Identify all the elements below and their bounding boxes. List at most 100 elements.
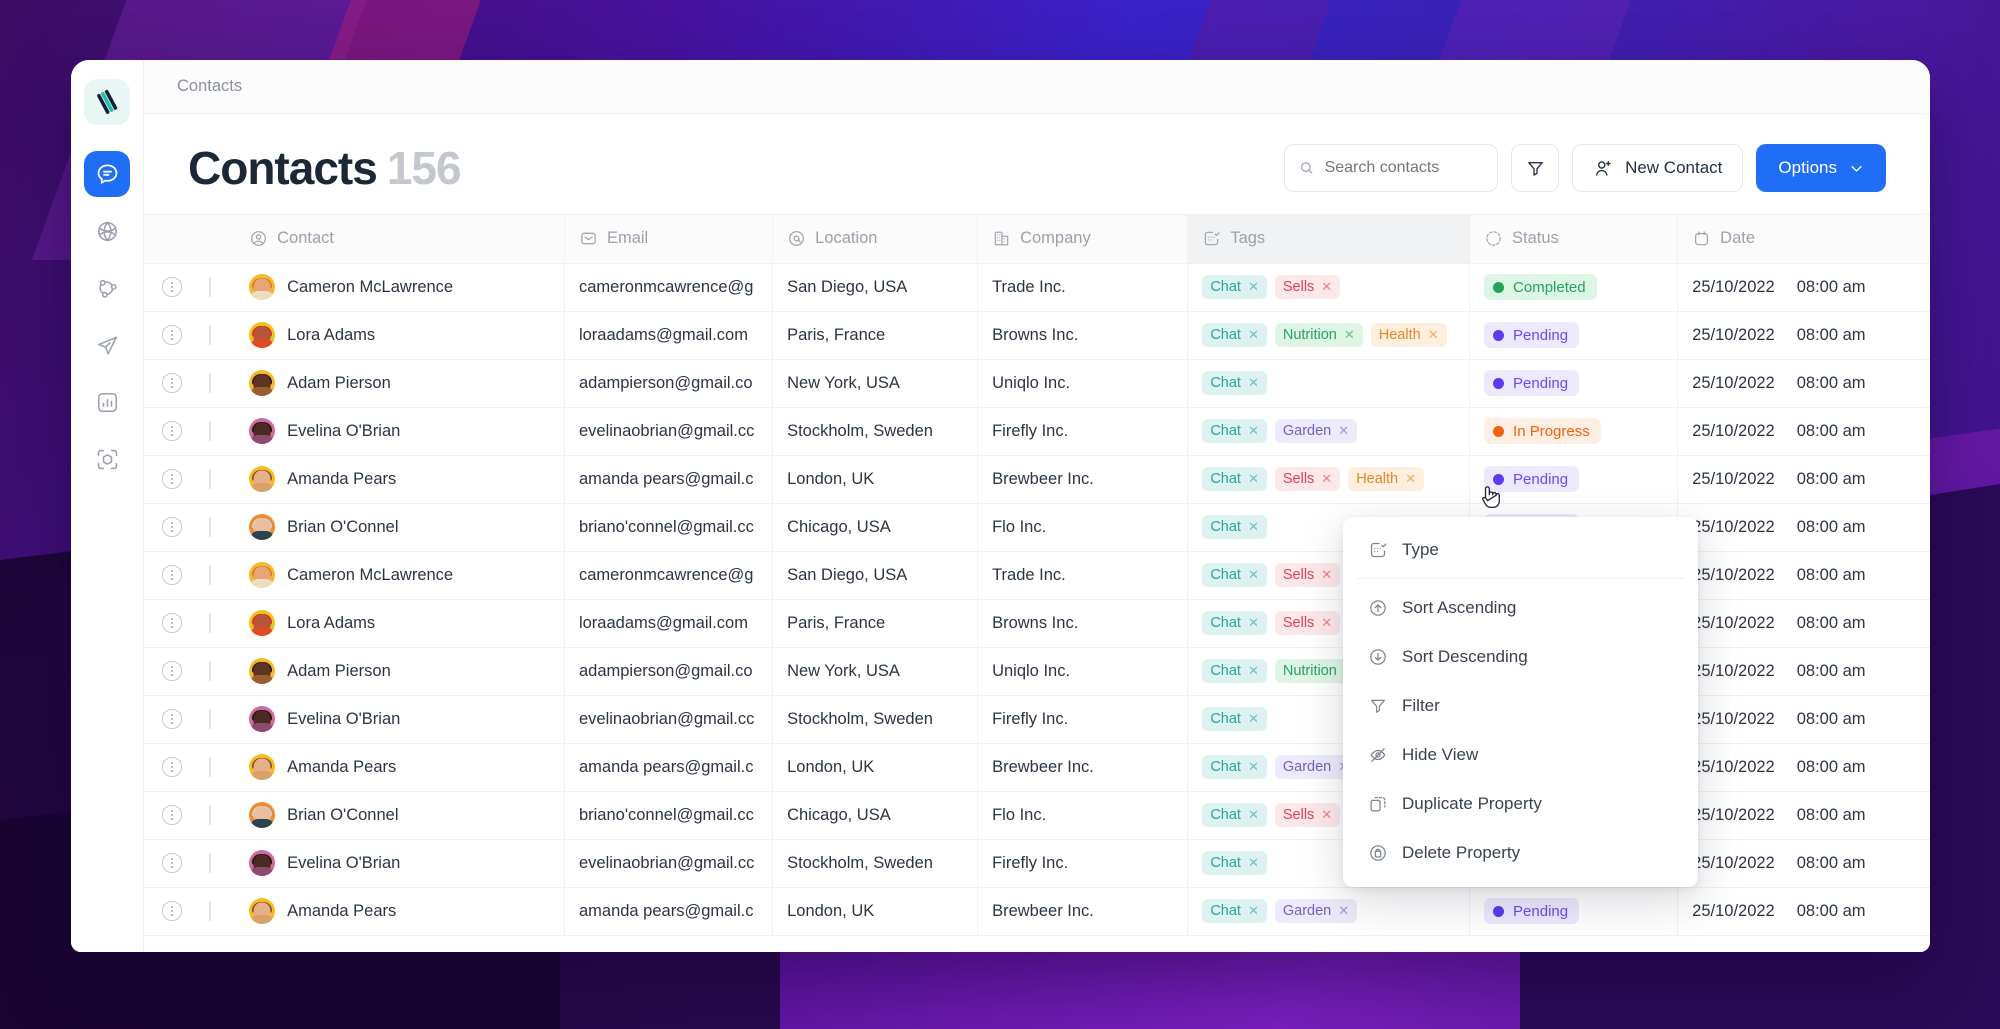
row-checkbox[interactable]	[209, 468, 212, 489]
row-checkbox[interactable]	[209, 900, 212, 921]
tag-remove-icon[interactable]: ✕	[1405, 471, 1416, 487]
tag-remove-icon[interactable]: ✕	[1248, 375, 1259, 391]
filter-button[interactable]	[1511, 144, 1560, 192]
tag-chip[interactable]: Health ✕	[1370, 323, 1447, 347]
row-more-icon[interactable]	[162, 517, 182, 537]
tag-chip[interactable]: Chat ✕	[1202, 707, 1267, 731]
tag-remove-icon[interactable]: ✕	[1248, 279, 1259, 295]
row-more-icon[interactable]	[162, 277, 182, 297]
tag-chip[interactable]: Chat ✕	[1202, 755, 1267, 779]
menu-item-duplicate-property[interactable]: Duplicate Property	[1343, 779, 1698, 828]
tag-remove-icon[interactable]: ✕	[1248, 663, 1259, 679]
tag-chip[interactable]: Sells ✕	[1274, 803, 1341, 827]
table-row[interactable]: Amanda Pears amanda pears@gmail.c London…	[144, 455, 1930, 504]
tag-chip[interactable]: Sells ✕	[1274, 611, 1341, 635]
row-checkbox[interactable]	[209, 612, 212, 633]
tag-remove-icon[interactable]: ✕	[1344, 327, 1355, 343]
row-checkbox[interactable]	[209, 852, 212, 873]
tag-chip[interactable]: Chat ✕	[1202, 323, 1267, 347]
tag-chip[interactable]: Chat ✕	[1202, 467, 1267, 491]
cell-tags[interactable]: Chat ✕ Garden ✕	[1187, 887, 1470, 936]
cell-tags[interactable]: Chat ✕ Sells ✕	[1187, 263, 1470, 312]
sidebar-item-objects[interactable]	[84, 436, 130, 482]
column-header-company[interactable]: Company	[977, 215, 1188, 264]
row-more-icon[interactable]	[162, 853, 182, 873]
row-checkbox[interactable]	[209, 516, 212, 537]
column-header-tags[interactable]: Tags	[1187, 215, 1470, 264]
column-context-menu[interactable]: Type Sort Ascending Sort Descending Filt…	[1343, 517, 1698, 887]
tag-remove-icon[interactable]: ✕	[1248, 903, 1259, 919]
row-more-icon[interactable]	[162, 805, 182, 825]
menu-item-delete-property[interactable]: Delete Property	[1343, 828, 1698, 877]
menu-item-hide-view[interactable]: Hide View	[1343, 730, 1698, 779]
tag-chip[interactable]: Sells ✕	[1274, 563, 1341, 587]
row-checkbox[interactable]	[209, 756, 212, 777]
table-row[interactable]: Adam Pierson adampierson@gmail.co New Yo…	[144, 359, 1930, 408]
tag-remove-icon[interactable]: ✕	[1321, 567, 1332, 583]
table-row[interactable]: Evelina O'Brian evelinaobrian@gmail.cc S…	[144, 407, 1930, 456]
row-more-icon[interactable]	[162, 325, 182, 345]
row-checkbox[interactable]	[209, 708, 212, 729]
tag-chip[interactable]: Chat ✕	[1202, 803, 1267, 827]
tag-remove-icon[interactable]: ✕	[1248, 855, 1259, 871]
tag-remove-icon[interactable]: ✕	[1248, 615, 1259, 631]
sidebar-item-analytics[interactable]	[84, 379, 130, 425]
row-checkbox[interactable]	[209, 372, 212, 393]
tag-remove-icon[interactable]: ✕	[1248, 423, 1259, 439]
row-more-icon[interactable]	[162, 469, 182, 489]
search-input[interactable]	[1324, 159, 1484, 177]
tag-chip[interactable]: Health ✕	[1348, 467, 1425, 491]
tag-chip[interactable]: Chat ✕	[1202, 851, 1267, 875]
tag-chip[interactable]: Chat ✕	[1202, 275, 1267, 299]
tag-chip[interactable]: Sells ✕	[1274, 467, 1341, 491]
tag-remove-icon[interactable]: ✕	[1248, 327, 1259, 343]
tag-remove-icon[interactable]: ✕	[1428, 327, 1439, 343]
row-more-icon[interactable]	[162, 565, 182, 585]
sidebar-item-network[interactable]	[84, 265, 130, 311]
sidebar-item-globe[interactable]	[84, 208, 130, 254]
row-more-icon[interactable]	[162, 613, 182, 633]
row-more-icon[interactable]	[162, 373, 182, 393]
sidebar-item-messages[interactable]	[84, 151, 130, 197]
tag-chip[interactable]: Chat ✕	[1202, 515, 1267, 539]
tag-remove-icon[interactable]: ✕	[1321, 615, 1332, 631]
tag-remove-icon[interactable]: ✕	[1321, 279, 1332, 295]
column-header-email[interactable]: Email	[563, 215, 773, 264]
tag-remove-icon[interactable]: ✕	[1248, 759, 1259, 775]
table-row[interactable]: Amanda Pears amanda pears@gmail.c London…	[144, 887, 1930, 936]
tag-remove-icon[interactable]: ✕	[1338, 903, 1349, 919]
tag-remove-icon[interactable]: ✕	[1248, 471, 1259, 487]
tag-chip[interactable]: Chat ✕	[1202, 899, 1267, 923]
row-more-icon[interactable]	[162, 757, 182, 777]
sidebar-item-logo[interactable]	[84, 79, 130, 125]
row-more-icon[interactable]	[162, 661, 182, 681]
new-contact-button[interactable]: New Contact	[1572, 144, 1744, 192]
row-checkbox[interactable]	[209, 420, 212, 441]
tag-remove-icon[interactable]: ✕	[1338, 423, 1349, 439]
row-more-icon[interactable]	[162, 901, 182, 921]
tag-chip[interactable]: Garden ✕	[1274, 419, 1358, 443]
tag-chip[interactable]: Chat ✕	[1202, 371, 1267, 395]
tag-chip[interactable]: Nutrition ✕	[1274, 323, 1363, 347]
tag-remove-icon[interactable]: ✕	[1248, 711, 1259, 727]
tag-remove-icon[interactable]: ✕	[1321, 471, 1332, 487]
row-checkbox[interactable]	[209, 660, 212, 681]
row-checkbox[interactable]	[209, 564, 212, 585]
menu-item-sort-ascending[interactable]: Sort Ascending	[1343, 583, 1698, 632]
row-more-icon[interactable]	[162, 709, 182, 729]
row-checkbox[interactable]	[209, 804, 212, 825]
menu-item-sort-descending[interactable]: Sort Descending	[1343, 632, 1698, 681]
table-row[interactable]: Lora Adams loraadams@gmail.com Paris, Fr…	[144, 311, 1930, 360]
row-checkbox[interactable]	[209, 276, 212, 297]
row-more-icon[interactable]	[162, 421, 182, 441]
tag-chip[interactable]: Garden ✕	[1274, 899, 1358, 923]
column-header-status[interactable]: Status	[1469, 215, 1678, 264]
tag-remove-icon[interactable]: ✕	[1321, 807, 1332, 823]
contacts-table-wrapper[interactable]: Contact Email Location Company Tags Stat…	[144, 214, 1930, 952]
tag-remove-icon[interactable]: ✕	[1248, 567, 1259, 583]
cell-tags[interactable]: Chat ✕ Sells ✕ Health ✕	[1187, 455, 1470, 504]
column-header-contact[interactable]: Contact	[249, 215, 565, 264]
tag-remove-icon[interactable]: ✕	[1248, 807, 1259, 823]
sidebar-item-send[interactable]	[84, 322, 130, 368]
tag-chip[interactable]: Sells ✕	[1274, 275, 1341, 299]
